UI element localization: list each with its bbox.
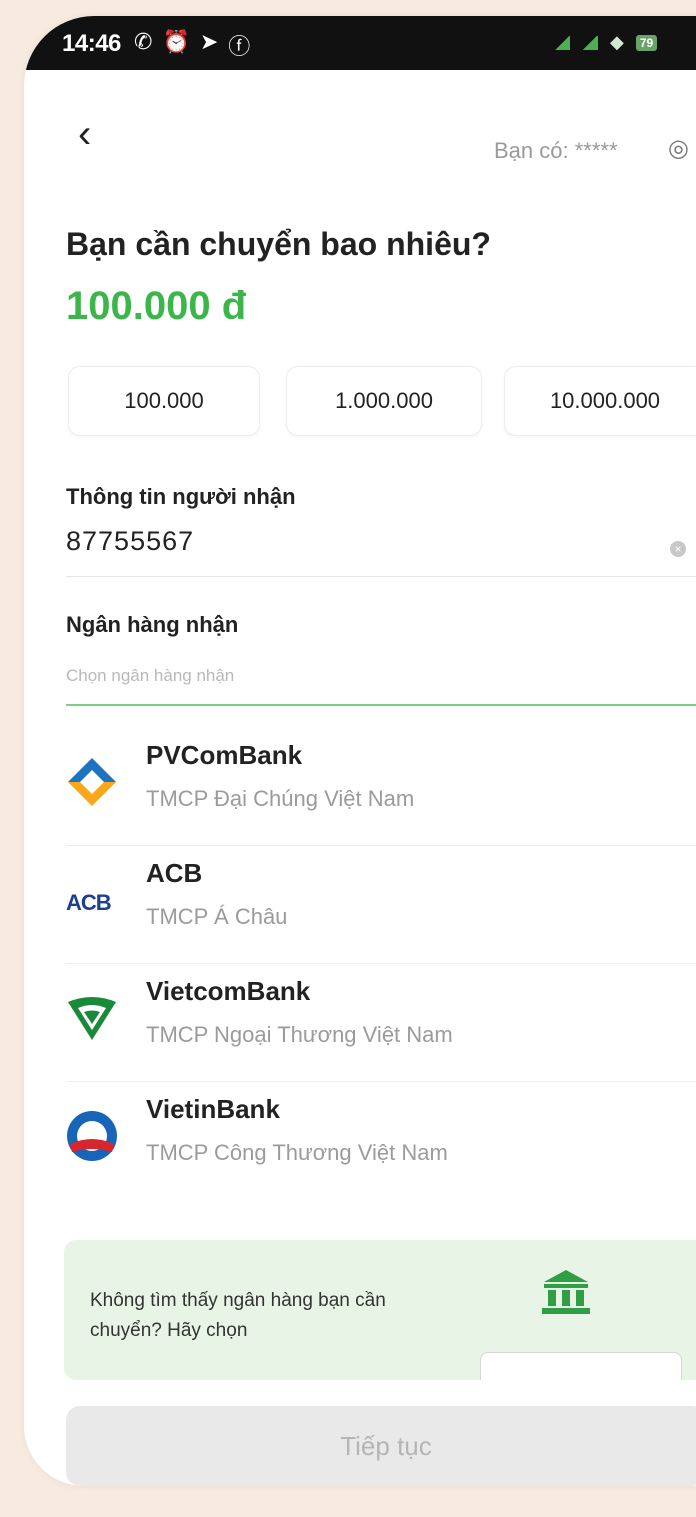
bank-not-found-notice: Không tìm thấy ngân hàng bạn cần chuyển?… [64,1240,696,1380]
facebook-icon: ⓕ [228,34,251,59]
status-bar: 14:46 ✆ ⏰ ➤ ⓕ ◆ 79 [24,16,696,70]
choose-other-bank-button[interactable] [480,1352,682,1380]
bank-desc: TMCP Công Thương Việt Nam [146,1140,448,1165]
notice-text: Không tìm thấy ngân hàng bạn cần chuyển?… [90,1290,386,1341]
bank-input-underline [66,704,696,706]
acb-logo-icon: ACB [66,890,112,915]
signal-icon-2 [582,35,598,50]
status-notification-icons: ✆ ⏰ ➤ ⓕ [134,29,250,61]
bank-item-pvcombank[interactable]: PVComBank TMCP Đại Chúng Việt Nam [24,728,696,846]
battery-icon: 79 [635,34,658,51]
vietinbank-logo-icon [67,1111,117,1161]
balance-label: Bạn có: ***** [494,138,618,163]
bank-desc: TMCP Á Châu [146,904,288,929]
bank-name: ACB [146,858,203,888]
eye-icon[interactable]: ◎ [668,134,689,163]
bank-desc: TMCP Đại Chúng Việt Nam [146,786,415,811]
bank-desc: TMCP Ngoại Thương Việt Nam [146,1022,453,1047]
vietcombank-logo-icon [68,997,116,1040]
pvcombank-logo-icon [68,758,116,806]
recipient-label: Thông tin người nhận [66,484,296,509]
clear-icon[interactable]: × [670,541,686,557]
bank-item-vietinbank[interactable]: VietinBank TMCP Công Thương Việt Nam [24,1082,696,1200]
bank-name: PVComBank [146,740,303,770]
quick-amount-button-3[interactable]: 10.000.000 [504,366,696,436]
wifi-icon: ◆ [610,32,624,52]
bank-building-icon [542,1270,590,1314]
signal-icon [554,35,570,50]
bank-item-acb[interactable]: ACB ACB TMCP Á Châu [24,846,696,964]
recipient-divider [66,576,696,577]
chevron-left-icon: ‹ [78,112,92,156]
phone-screen: 14:46 ✆ ⏰ ➤ ⓕ ◆ 79 ‹ Bạn có: ***** ◎ Bạn… [24,16,696,1486]
notification-icon: ✆ [134,29,153,54]
bank-name: VietinBank [146,1094,280,1124]
status-time: 14:46 [62,30,121,57]
bank-name: VietcomBank [146,976,311,1006]
bank-item-vietcombank[interactable]: VietcomBank TMCP Ngoại Thương Việt Nam [24,964,696,1082]
continue-button[interactable]: Tiếp tục [66,1406,696,1486]
telegram-icon: ➤ [199,29,219,54]
page-title: Bạn cần chuyển bao nhiêu? [66,226,491,262]
quick-amount-button-2[interactable]: 1.000.000 [286,366,482,436]
bank-label: Ngân hàng nhận [66,612,239,637]
alarm-icon: ⏰ [162,29,190,54]
bank-search-input[interactable]: Chọn ngân hàng nhận [66,666,234,686]
back-button[interactable]: ‹ [78,114,91,154]
amount-input[interactable]: 100.000 đ [66,284,246,329]
quick-amount-button-1[interactable]: 100.000 [68,366,260,436]
recipient-input[interactable]: 87755567 [66,526,194,557]
status-system-icons: ◆ 79 [554,32,658,53]
